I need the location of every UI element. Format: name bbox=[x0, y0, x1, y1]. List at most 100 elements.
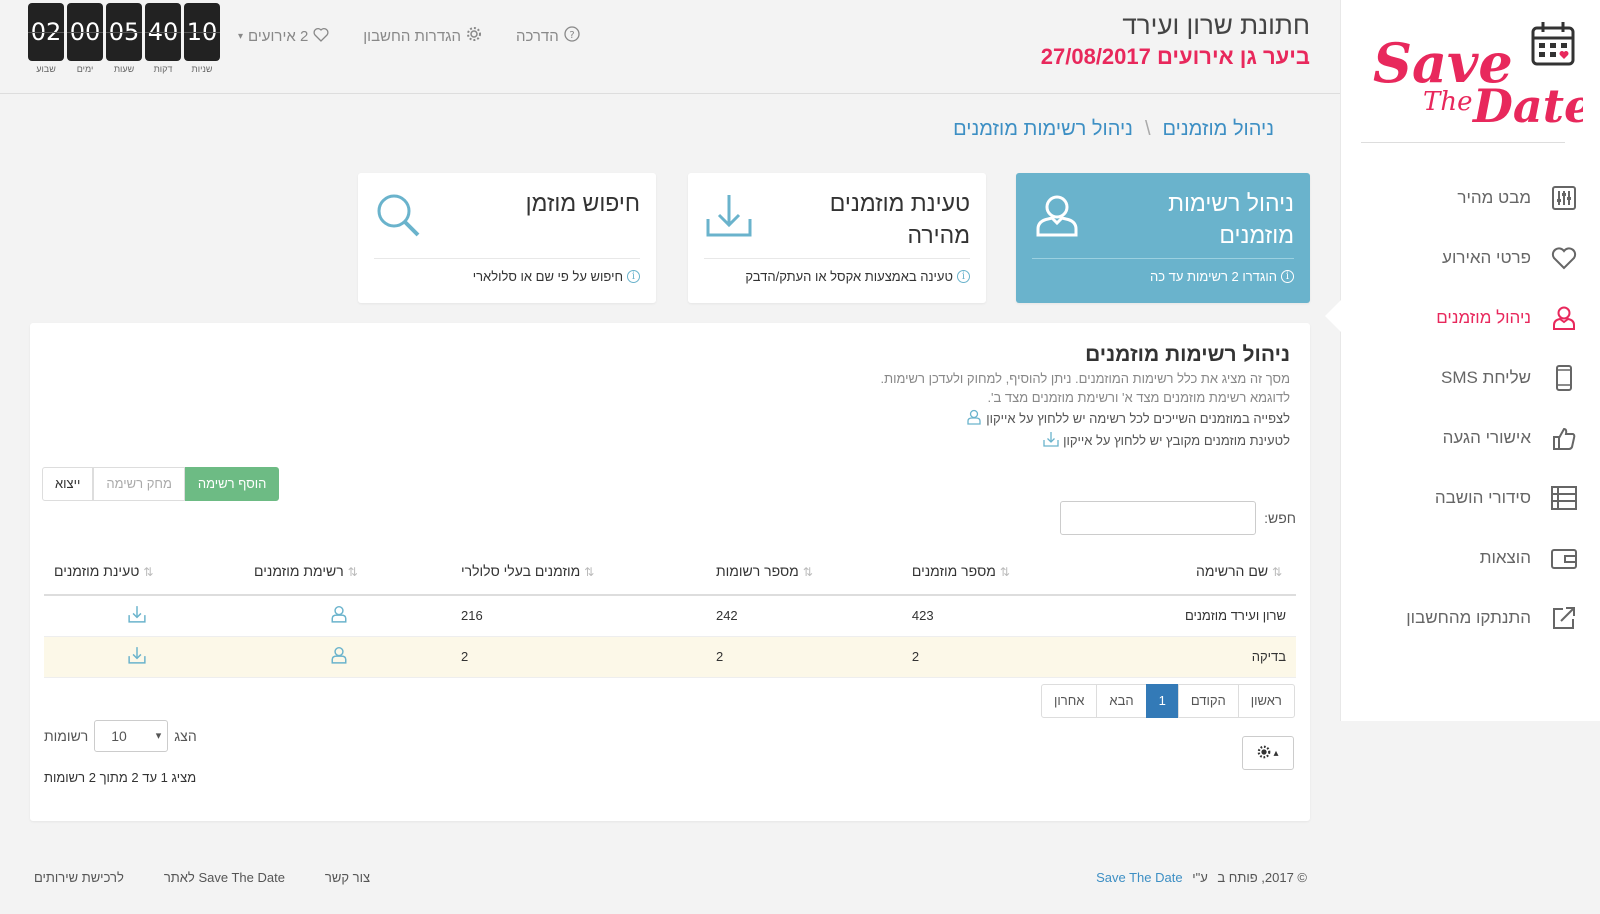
list-actions: ייצוא מחק רשימה הוסף רשימה bbox=[42, 467, 280, 501]
cell-mobile: 216 bbox=[450, 595, 706, 637]
list-icon bbox=[1549, 483, 1579, 513]
card-search-guest-title: חיפוש מוזמן bbox=[525, 190, 640, 216]
gear-icon bbox=[1257, 745, 1271, 762]
page-current-button[interactable]: 1 bbox=[1145, 684, 1179, 718]
download-icon bbox=[704, 191, 754, 241]
sidebar-item-label: מבט מהיר bbox=[1457, 188, 1531, 207]
cell-records: 2 bbox=[705, 636, 902, 678]
hint-view-guests-text: לצפייה במוזמנים השייכים לכל רשימה יש ללח… bbox=[986, 411, 1290, 426]
export-button[interactable]: ייצוא bbox=[42, 467, 94, 501]
table-row[interactable]: בדיקה 2 2 2 bbox=[44, 636, 1296, 678]
column-header[interactable]: ⇅ מספר רשומות bbox=[705, 547, 902, 596]
sort-icon: ⇅ bbox=[802, 564, 813, 579]
column-header-label: טעינת מוזמנים bbox=[54, 562, 140, 579]
card-search-guest-note: i חיפוש על פי שם או סלולארי bbox=[473, 269, 640, 284]
upload-guests-button[interactable] bbox=[44, 595, 245, 637]
countdown-label: שניות bbox=[191, 64, 213, 74]
logo-divider bbox=[1361, 142, 1565, 143]
user-icon bbox=[1549, 303, 1579, 333]
sort-icon: ⇅ bbox=[347, 564, 358, 579]
sidebar-item-4[interactable]: אישורי הגעה bbox=[1341, 408, 1600, 468]
caret-down-icon: ▾ bbox=[238, 30, 244, 42]
column-header-label: מספר רשומות bbox=[715, 562, 799, 579]
show-label: הצג bbox=[174, 728, 197, 744]
footer-links: לרכישת שירותים לאתר Save The Date צור קש… bbox=[34, 870, 370, 885]
countdown-value: 10 bbox=[184, 3, 220, 61]
sidebar-item-label: הוצאות bbox=[1479, 548, 1531, 567]
footer-brand-link[interactable]: Save The Date bbox=[1096, 870, 1182, 885]
sidebar-item-6[interactable]: הוצאות bbox=[1341, 528, 1600, 588]
card-search-guest[interactable]: חיפוש מוזמן i חיפוש על פי שם או סלולארי bbox=[358, 173, 656, 303]
sidebar-item-label: אישורי הגעה bbox=[1442, 428, 1531, 447]
guest-lists-table: ⇅ שם הרשימה ⇅ מספר מוזמנים ⇅ מספר רשומות ⇅ … bbox=[44, 547, 1296, 678]
cell-records: 242 bbox=[705, 595, 902, 637]
page-prev-button[interactable]: הקודם bbox=[1177, 684, 1239, 718]
table-info: מציג 1 עד 2 מתוך 2 רשומות bbox=[44, 770, 197, 785]
countdown-value: 02 bbox=[28, 3, 64, 61]
wallet-icon bbox=[1549, 543, 1579, 573]
card-manage-lists-note: i הוגדרו 2 רשימות עד כה bbox=[1150, 269, 1294, 284]
column-header[interactable]: ⇅ רשימת מוזמנים bbox=[244, 547, 451, 596]
user-icon bbox=[330, 606, 348, 626]
sidebar-item-1[interactable]: פרטי האירוע bbox=[1341, 228, 1600, 288]
calendar-icon bbox=[1531, 22, 1575, 66]
column-header[interactable]: ⇅ מספר מוזמנים bbox=[901, 547, 1100, 596]
page-last-button[interactable]: אחרון bbox=[1041, 684, 1098, 718]
card-quick-upload[interactable]: טעינת מוזמנים מהירה i טעינה באמצעות אקסל… bbox=[688, 173, 986, 303]
card-quick-upload-note-text: טעינה באמצעות אקסל או העתק/הדבק bbox=[745, 269, 953, 284]
breadcrumb: ניהול מוזמנים \ ניהול רשימות מוזמנים bbox=[953, 118, 1274, 141]
breadcrumb-manage-guests[interactable]: ניהול מוזמנים bbox=[1163, 118, 1274, 141]
sidebar-item-0[interactable]: מבט מהיר bbox=[1341, 168, 1600, 228]
sidebar-item-2[interactable]: ניהול מוזמנים bbox=[1341, 288, 1600, 348]
page-first-button[interactable]: ראשון bbox=[1237, 684, 1295, 718]
column-header-label: מוזמנים בעלי סלולרי bbox=[460, 562, 581, 579]
thumbs-up-icon bbox=[1549, 423, 1579, 453]
delete-list-button[interactable]: מחק רשימה bbox=[93, 467, 185, 501]
upload-guests-button[interactable] bbox=[44, 636, 245, 678]
card-manage-lists[interactable]: ניהול רשימות מוזמנים i הוגדרו 2 רשימות ע… bbox=[1016, 173, 1310, 303]
sort-icon: ⇅ bbox=[584, 564, 595, 579]
add-list-button[interactable]: הוסף רשימה bbox=[184, 467, 280, 501]
user-icon bbox=[330, 646, 348, 667]
countdown-unit: 00 ימים bbox=[67, 3, 103, 74]
countdown-label: דקות bbox=[153, 64, 173, 74]
footer-contact-link[interactable]: צור קשר bbox=[325, 870, 370, 885]
card-divider bbox=[1032, 258, 1294, 259]
sidebar-item-3[interactable]: שליחת SMS bbox=[1341, 348, 1600, 408]
sidebar-item-label: שליחת SMS bbox=[1441, 368, 1531, 387]
top-links: ? הדרכה הגדרות החשבון 2 אירועים ▾ bbox=[238, 26, 580, 46]
countdown-unit: 10 שניות bbox=[184, 3, 220, 74]
sidebar-item-5[interactable]: סידורי הושבה bbox=[1341, 468, 1600, 528]
footer-copy-prefix: © 2017, פותח ב bbox=[1217, 870, 1307, 885]
records-label: רשומות bbox=[44, 728, 89, 744]
column-header[interactable]: ⇅ טעינת מוזמנים bbox=[44, 547, 245, 596]
column-header[interactable]: ⇅ מוזמנים בעלי סלולרי bbox=[450, 547, 706, 596]
info-icon: i bbox=[1281, 270, 1294, 283]
table-row[interactable]: שרון ועירד מוזמנים 423 242 216 bbox=[44, 595, 1296, 637]
sidebar-nav: מבט מהיר פרטי האירוע ניהול מוזמנים שליחת SM… bbox=[1341, 168, 1600, 648]
footer-site-link[interactable]: לאתר Save The Date bbox=[164, 870, 285, 885]
events-dropdown[interactable]: 2 אירועים ▾ bbox=[238, 27, 329, 46]
view-guests-button[interactable] bbox=[244, 636, 451, 678]
footer-copyright: © 2017, פותח ב ע"י Save The Date bbox=[1096, 870, 1307, 885]
page-header: חתונת שרון ועירד ביער גן אירועים 27/08/2… bbox=[0, 0, 1340, 94]
search-input[interactable] bbox=[1060, 501, 1257, 535]
footer: © 2017, פותח ב ע"י Save The Date לרכישת … bbox=[0, 862, 1340, 892]
user-icon bbox=[1032, 191, 1082, 241]
footer-buy-link[interactable]: לרכישת שירותים bbox=[34, 870, 124, 885]
card-manage-lists-title: ניהול רשימות מוזמנים bbox=[1168, 190, 1294, 248]
column-header[interactable]: ⇅ שם הרשימה bbox=[1099, 547, 1296, 596]
page-length-select[interactable]: 10 bbox=[94, 720, 169, 752]
sort-icon: ⇅ bbox=[999, 564, 1010, 579]
breadcrumb-guest-lists[interactable]: ניהול רשימות מוזמנים bbox=[953, 118, 1133, 141]
page-next-button[interactable]: הבא bbox=[1096, 684, 1147, 718]
account-settings-link[interactable]: הגדרות החשבון bbox=[363, 26, 482, 46]
table-settings-button[interactable]: ▴ bbox=[1242, 736, 1294, 770]
gear-icon bbox=[466, 26, 482, 46]
download-icon bbox=[1043, 431, 1059, 450]
hint-upload-guests-text: לטעינת מוזמנים מקובץ יש ללחוץ על אייקון bbox=[1063, 433, 1290, 448]
sidebar: Save The Date מבט מהיר פרטי האירוע ניהול מ… bbox=[1325, 0, 1600, 721]
guide-link[interactable]: ? הדרכה bbox=[516, 26, 580, 46]
sidebar-item-7[interactable]: התנתקו מהחשבון bbox=[1341, 588, 1600, 648]
view-guests-button[interactable] bbox=[244, 595, 451, 637]
